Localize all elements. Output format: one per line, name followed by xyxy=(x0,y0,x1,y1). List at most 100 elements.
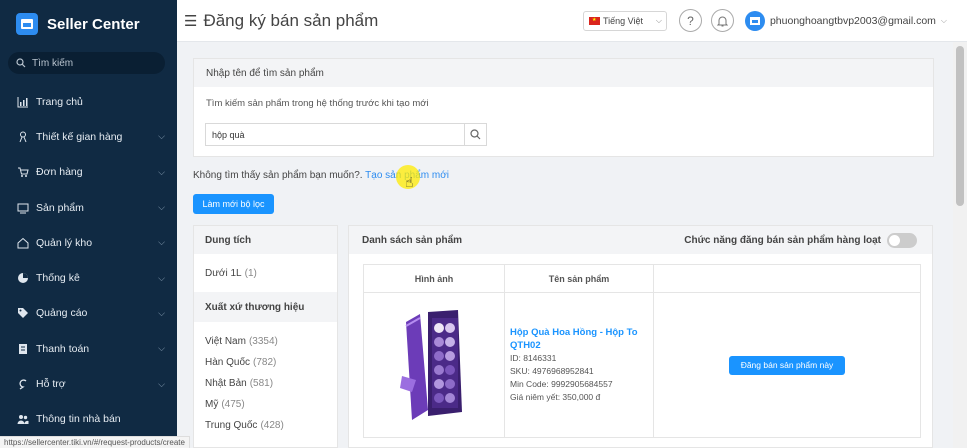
sidebar-item-payments[interactable]: Thanh toán ⌵ xyxy=(0,331,177,366)
design-icon xyxy=(16,130,29,143)
sidebar-item-label: Thống kê xyxy=(36,272,80,285)
filter-option-label: Trung Quốc xyxy=(205,420,258,431)
filter-option-count: (581) xyxy=(249,378,274,389)
filter-group-title: Dung tích xyxy=(194,226,337,254)
sidebar-item-label: Thanh toán xyxy=(36,342,90,355)
chevron-down-icon: ⌵ xyxy=(158,272,165,283)
product-action-cell: Đăng bán sản phẩm này xyxy=(653,292,921,438)
avatar xyxy=(744,10,765,31)
search-icon xyxy=(16,58,26,68)
sidebar-item-label: Sản phẩm xyxy=(36,201,84,214)
filter-option-label: Mỹ xyxy=(205,399,219,410)
product-search-card: Nhập tên để tìm sản phẩm Tìm kiếm sản ph… xyxy=(193,58,934,157)
filter-option-label: Nhật Bản xyxy=(205,378,247,389)
bulk-sell-toggle[interactable] xyxy=(887,232,917,248)
filter-option[interactable]: Việt Nam (3354) xyxy=(194,331,337,352)
chevron-down-icon: ⌵ xyxy=(158,343,165,354)
help-button[interactable]: ? xyxy=(678,9,702,32)
product-min-code: Min Code: 9992905684557 xyxy=(510,379,613,389)
table-row: Hộp Quà Hoa Hồng - Hộp To QTH02 ID: 8146… xyxy=(363,292,921,438)
filter-option-count: (428) xyxy=(260,420,284,431)
chevron-down-icon: ⌵ xyxy=(158,378,165,389)
sidebar-search[interactable]: Tìm kiếm xyxy=(8,52,165,74)
tag-icon xyxy=(16,307,29,320)
sidebar-item-statistics[interactable]: Thống kê ⌵ xyxy=(0,260,177,295)
product-search-input[interactable] xyxy=(206,124,464,145)
user-email: phuonghoangtbvp2003@gmail.com xyxy=(769,14,936,27)
page-title: Đăng ký bán sản phẩm xyxy=(203,10,379,30)
chevron-down-icon: ⌵ xyxy=(158,131,165,142)
user-menu[interactable]: phuonghoangtbvp2003@gmail.com ⌵ xyxy=(744,10,967,31)
sidebar-search-label: Tìm kiếm xyxy=(32,57,74,69)
chevron-down-icon: ⌵ xyxy=(940,15,947,25)
filter-panel: Dung tích Dưới 1L (1) Xuất xứ thương hiệ… xyxy=(193,225,338,448)
product-sku: SKU: 4976968952841 xyxy=(510,366,594,376)
bell-icon xyxy=(716,16,728,26)
sidebar-item-inventory[interactable]: Quản lý kho ⌵ xyxy=(0,225,177,260)
language-select[interactable]: Tiếng Việt ⌵ xyxy=(582,10,667,31)
vietnam-flag-icon xyxy=(588,16,600,25)
product-name-link[interactable]: Hộp Quà Hoa Hồng - Hộp To QTH02 xyxy=(510,326,648,352)
sidebar-item-label: Trang chủ xyxy=(36,95,83,108)
refresh-filter-button[interactable]: Làm mới bộ lọc xyxy=(193,194,274,214)
filter-option-count: (782) xyxy=(253,357,277,368)
column-header-name: Tên sản phẩm xyxy=(504,264,654,293)
sidebar: Seller Center Tìm kiếm Trang chủ Thiết k… xyxy=(0,0,177,448)
search-hint: Tìm kiếm sản phẩm trong hệ thống trước k… xyxy=(206,98,429,109)
chart-icon xyxy=(16,95,29,108)
scrollbar-thumb[interactable] xyxy=(956,46,964,206)
sidebar-item-products[interactable]: Sản phẩm ⌵ xyxy=(0,190,177,225)
menu-icon[interactable]: ☰ xyxy=(184,12,197,30)
filter-option[interactable]: Trung Quốc (428) xyxy=(194,415,337,436)
filter-option[interactable]: Mỹ (475) xyxy=(194,394,337,415)
product-search-box xyxy=(205,123,487,146)
product-info-cell: Hộp Quà Hoa Hồng - Hộp To QTH02 ID: 8146… xyxy=(504,292,654,438)
product-price: Giá niêm yết: 350,000 đ xyxy=(510,392,601,402)
sidebar-item-home[interactable]: Trang chủ xyxy=(0,84,177,119)
chevron-down-icon: ⌵ xyxy=(158,237,165,248)
filter-option-count: (3354) xyxy=(248,336,278,347)
language-label: Tiếng Việt xyxy=(602,15,643,26)
filter-option[interactable]: Nhật Bản (581) xyxy=(194,373,337,394)
chevron-down-icon: ⌵ xyxy=(158,166,165,177)
search-icon xyxy=(470,129,481,140)
filter-option[interactable]: Dưới 1L (1) xyxy=(194,254,337,292)
bill-icon xyxy=(16,342,29,355)
sidebar-item-seller-info[interactable]: Thông tin nhà bán xyxy=(0,402,177,437)
sidebar-item-label: Hỗ trợ xyxy=(36,378,66,391)
people-icon xyxy=(16,413,29,426)
product-list-title: Danh sách sản phẩm xyxy=(362,234,463,246)
filter-option[interactable]: Hàn Quốc (782) xyxy=(194,352,337,373)
page-scrollbar[interactable] xyxy=(953,42,967,448)
cart-icon xyxy=(16,166,29,179)
monitor-icon xyxy=(16,201,29,214)
not-found-text: Không tìm thấy sản phẩm bạn muốn?. xyxy=(193,170,363,181)
sidebar-item-label: Thiết kế gian hàng xyxy=(36,130,123,143)
filter-option-count: (1) xyxy=(244,267,257,279)
search-card-header: Nhập tên để tìm sản phẩm xyxy=(194,59,933,87)
sidebar-item-support[interactable]: Hỗ trợ ⌵ xyxy=(0,366,177,401)
brand-name: Seller Center xyxy=(47,15,140,33)
bulk-sell-label: Chức năng đăng bán sản phẩm hàng loạt xyxy=(684,234,881,246)
sidebar-item-label: Đơn hàng xyxy=(36,166,83,179)
product-list-panel: Danh sách sản phẩm Chức năng đăng bán sả… xyxy=(348,225,933,448)
sidebar-item-orders[interactable]: Đơn hàng ⌵ xyxy=(0,155,177,190)
seller-center-logo-icon xyxy=(16,13,38,35)
hand-cursor-icon: ☝ xyxy=(405,174,414,190)
search-button[interactable] xyxy=(464,124,486,145)
column-header-action xyxy=(653,264,921,293)
sell-product-button[interactable]: Đăng bán sản phẩm này xyxy=(729,355,845,375)
sidebar-item-store-design[interactable]: Thiết kế gian hàng ⌵ xyxy=(0,119,177,154)
sidebar-item-label: Quản lý kho xyxy=(36,236,93,249)
sidebar-item-ads[interactable]: Quảng cáo ⌵ xyxy=(0,296,177,331)
status-bar-url: https://sellercenter.tiki.vn/#/request-p… xyxy=(0,436,190,448)
chevron-down-icon: ⌵ xyxy=(655,15,662,25)
sidebar-item-label: Thông tin nhà bán xyxy=(36,413,121,426)
chevron-down-icon: ⌵ xyxy=(158,202,165,213)
product-id: ID: 8146331 xyxy=(510,353,557,363)
product-image[interactable] xyxy=(398,306,470,424)
question-icon: ? xyxy=(687,13,694,28)
notifications-button[interactable] xyxy=(710,9,734,32)
gift-box-image-icon xyxy=(400,310,462,420)
brand[interactable]: Seller Center xyxy=(0,0,177,48)
